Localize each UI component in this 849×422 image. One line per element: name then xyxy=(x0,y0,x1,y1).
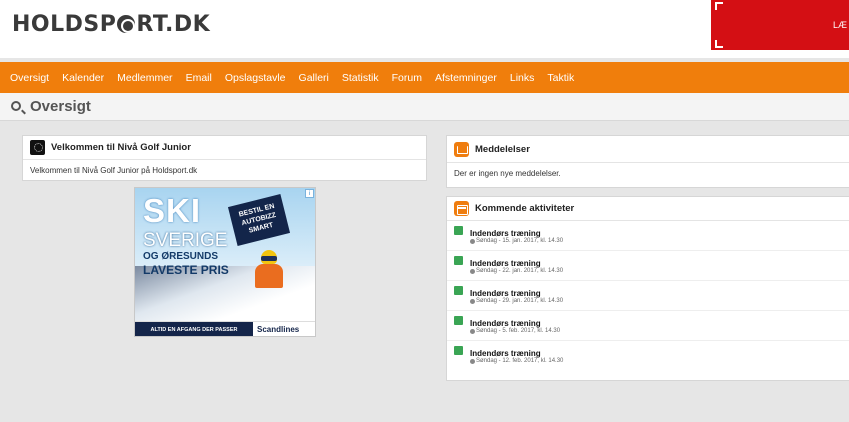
messages-card-body: Der er ingen nye meddelelser. xyxy=(454,169,561,178)
activity-date: Søndag - 22. jan. 2017, kl. 14.30 xyxy=(476,268,564,274)
ad-headline-sverige: SVERIGE xyxy=(143,230,228,251)
banner-corner-icon xyxy=(715,40,723,48)
activity-status-icon xyxy=(454,226,463,235)
clock-icon xyxy=(470,269,475,274)
activity-title[interactable]: Indendørs træning xyxy=(470,229,541,238)
nav-item-email[interactable]: Email xyxy=(186,72,212,84)
top-header: HOLDSP RT.DK LÆ xyxy=(0,0,849,58)
activity-title[interactable]: Indendørs træning xyxy=(470,289,541,298)
activity-item[interactable]: Indendørs træning Søndag - 29. jan. 2017… xyxy=(447,281,849,311)
ad-footer-tagline: ALTID EN AFGANG DER PASSER xyxy=(135,322,253,336)
banner-corner-icon xyxy=(715,2,723,10)
activity-status-icon xyxy=(454,256,463,265)
ad-headline-ski: SKI xyxy=(143,192,202,229)
clock-icon xyxy=(470,329,475,334)
nav-item-oversigt[interactable]: Oversigt xyxy=(10,72,49,84)
messages-card-title: Meddelelser xyxy=(475,143,530,155)
search-icon xyxy=(11,101,21,111)
welcome-card-title: Velkommen til Nivå Golf Junior xyxy=(51,142,191,153)
logo-text-end: RT.DK xyxy=(136,12,211,37)
team-logo-icon xyxy=(30,140,45,155)
activity-item[interactable]: Indendørs træning Søndag - 15. jan. 2017… xyxy=(447,221,849,251)
activity-title[interactable]: Indendørs træning xyxy=(470,259,541,268)
activity-title[interactable]: Indendørs træning xyxy=(470,349,541,358)
nav-item-afstemninger[interactable]: Afstemninger xyxy=(435,72,497,84)
activity-date: Søndag - 15. jan. 2017, kl. 14.30 xyxy=(476,238,564,244)
page-title-bar: Oversigt xyxy=(0,93,849,121)
activities-list: Indendørs træning Søndag - 15. jan. 2017… xyxy=(447,221,849,371)
logo-ball-icon xyxy=(117,15,136,33)
adchoices-icon[interactable]: i xyxy=(305,189,314,198)
skier-goggles xyxy=(261,256,277,261)
nav-item-statistik[interactable]: Statistik xyxy=(342,72,379,84)
nav-item-medlemmer[interactable]: Medlemmer xyxy=(117,72,172,84)
activity-date: Søndag - 12. feb. 2017, kl. 14.30 xyxy=(476,358,564,364)
ad-subline-1: OG ØRESUNDS xyxy=(143,251,219,262)
activities-card-title: Kommende aktiviteter xyxy=(475,203,575,214)
top-banner-ad[interactable]: LÆ xyxy=(711,0,849,50)
messages-card-header: Meddelelser xyxy=(447,136,849,163)
scandlines-logo: Scandlines xyxy=(257,325,300,334)
messages-card: Meddelelser Der er ingen nye meddelelser… xyxy=(446,135,849,188)
activities-card-header: Kommende aktiviteter xyxy=(447,197,849,221)
activities-card: Kommende aktiviteter Indendørs træning S… xyxy=(446,196,849,381)
activity-item[interactable]: Indendørs træning Søndag - 12. feb. 2017… xyxy=(447,341,849,371)
clock-icon xyxy=(470,239,475,244)
logo-text-start: HOLDSP xyxy=(12,12,117,37)
activity-date: Søndag - 29. jan. 2017, kl. 14.30 xyxy=(476,298,564,304)
activity-date: Søndag - 5. feb. 2017, kl. 14.30 xyxy=(476,328,561,334)
page-title: Oversigt xyxy=(30,98,91,115)
activity-item[interactable]: Indendørs træning Søndag - 22. jan. 2017… xyxy=(447,251,849,281)
calendar-icon xyxy=(454,201,469,216)
banner-text: LÆ xyxy=(832,20,847,30)
holdsport-logo[interactable]: HOLDSP RT.DK xyxy=(12,12,210,37)
welcome-card-body: Velkommen til Nivå Golf Junior på Holdsp… xyxy=(30,166,198,175)
skier-jacket xyxy=(255,264,283,288)
activity-status-icon xyxy=(454,286,463,295)
activity-status-icon xyxy=(454,346,463,355)
main-nav: Oversigt Kalender Medlemmer Email Opslag… xyxy=(0,62,849,93)
nav-item-opslagstavle[interactable]: Opslagstavle xyxy=(225,72,286,84)
activity-status-icon xyxy=(454,316,463,325)
welcome-card: Velkommen til Nivå Golf Junior Velkommen… xyxy=(22,135,427,181)
clock-icon xyxy=(470,359,475,364)
ad-footer-strip: ALTID EN AFGANG DER PASSER Scandlines xyxy=(135,321,315,336)
inbox-icon xyxy=(454,141,469,157)
nav-item-taktik[interactable]: Taktik xyxy=(547,72,574,84)
skier-illustration xyxy=(253,250,283,290)
nav-item-kalender[interactable]: Kalender xyxy=(62,72,104,84)
nav-item-forum[interactable]: Forum xyxy=(392,72,422,84)
nav-item-galleri[interactable]: Galleri xyxy=(299,72,329,84)
activity-title[interactable]: Indendørs træning xyxy=(470,319,541,328)
ski-sverige-ad[interactable]: SKI SVERIGE OG ØRESUNDS LAVESTE PRIS BES… xyxy=(134,187,316,337)
nav-item-links[interactable]: Links xyxy=(510,72,535,84)
activity-item[interactable]: Indendørs træning Søndag - 5. feb. 2017,… xyxy=(447,311,849,341)
clock-icon xyxy=(470,299,475,304)
ad-subline-2: LAVESTE PRIS xyxy=(143,263,229,277)
welcome-card-header: Velkommen til Nivå Golf Junior xyxy=(23,136,426,160)
